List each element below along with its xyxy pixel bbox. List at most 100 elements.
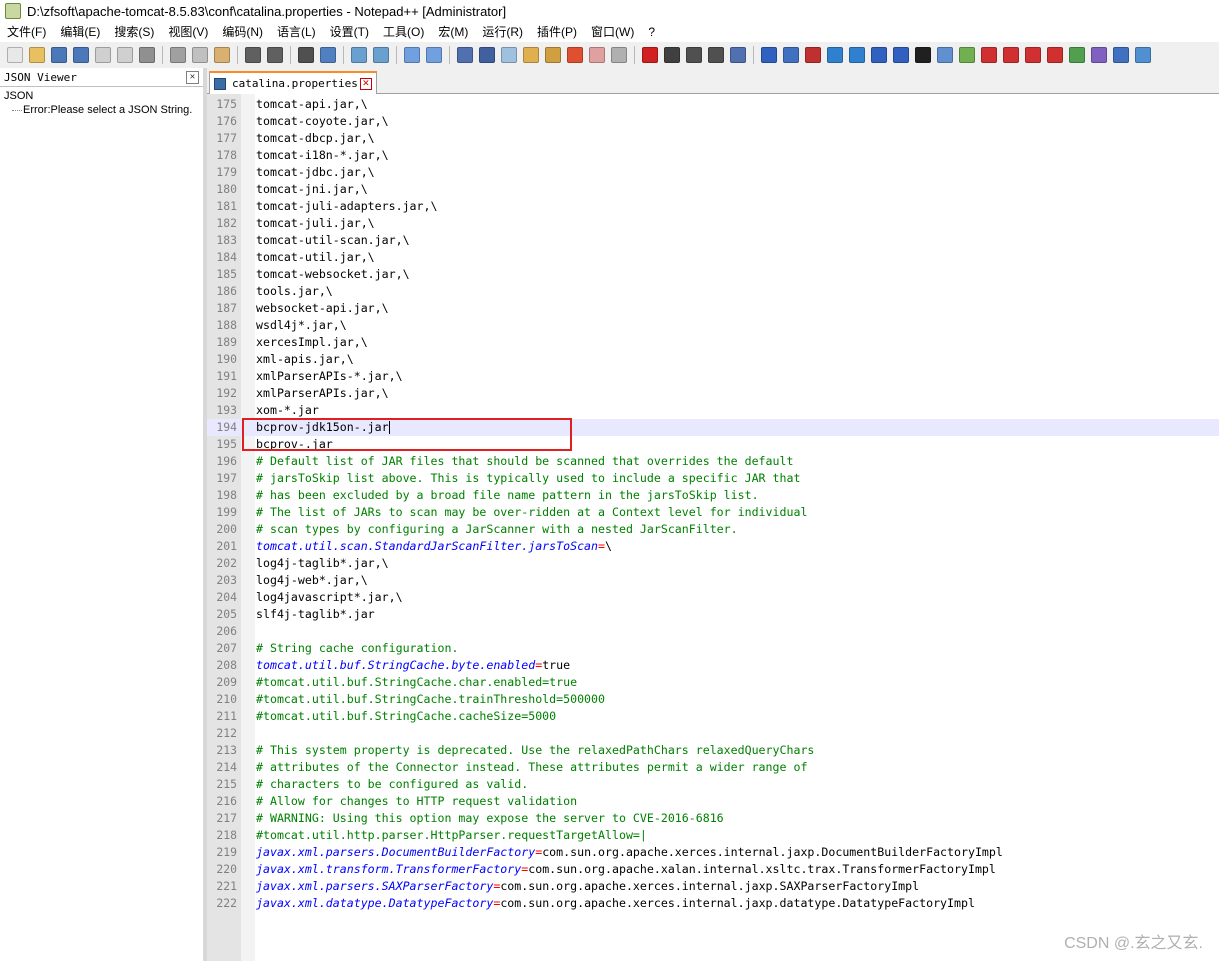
code-line[interactable]: 192 xmlParserAPIs.jar,\ xyxy=(207,385,1219,402)
editor-area[interactable]: 175 tomcat-api.jar,\ 176 tomcat-coyote.jar,… xyxy=(207,94,1219,961)
plugin-d-icon[interactable] xyxy=(827,47,843,63)
code-line[interactable]: 203 log4j-web*.jar,\ xyxy=(207,572,1219,589)
code-line[interactable]: 182 tomcat-juli.jar,\ xyxy=(207,215,1219,232)
code-line[interactable]: 217 # WARNING: Using this option may expo… xyxy=(207,810,1219,827)
plugin-e-icon[interactable] xyxy=(849,47,865,63)
code-line[interactable]: 219 javax.xml.parsers.DocumentBuilderFact… xyxy=(207,844,1219,861)
undo-icon[interactable] xyxy=(245,47,261,63)
print-icon[interactable] xyxy=(139,47,155,63)
plugin-j-icon[interactable] xyxy=(959,47,975,63)
save-macro-icon[interactable] xyxy=(730,47,746,63)
function-list-icon[interactable] xyxy=(567,47,583,63)
close-icon[interactable] xyxy=(95,47,111,63)
code-line[interactable]: 196 # Default list of JAR files that shou… xyxy=(207,453,1219,470)
menu-item-1[interactable]: 编辑(E) xyxy=(53,22,107,42)
code-line[interactable]: 215 # characters to be configured as vali… xyxy=(207,776,1219,793)
monitor-icon[interactable] xyxy=(611,47,627,63)
plugin-c-icon[interactable] xyxy=(805,47,821,63)
code-line[interactable]: 178 tomcat-i18n-*.jar,\ xyxy=(207,147,1219,164)
code-line[interactable]: 179 tomcat-jdbc.jar,\ xyxy=(207,164,1219,181)
code-line[interactable]: 180 tomcat-jni.jar,\ xyxy=(207,181,1219,198)
new-file-icon[interactable] xyxy=(7,47,23,63)
plugin-k-icon[interactable] xyxy=(981,47,997,63)
code-line[interactable]: 181 tomcat-juli-adapters.jar,\ xyxy=(207,198,1219,215)
close-icon[interactable]: ✕ xyxy=(186,70,199,84)
tab-catalina-properties[interactable]: catalina.properties ✕ xyxy=(209,71,377,94)
sync-v-icon[interactable] xyxy=(404,47,420,63)
plugin-b-icon[interactable] xyxy=(783,47,799,63)
code-line[interactable]: 220 javax.xml.transform.TransformerFactor… xyxy=(207,861,1219,878)
code-line[interactable]: 222 javax.xml.datatype.DatatypeFactory=co… xyxy=(207,895,1219,912)
code-line[interactable]: 204 log4javascript*.jar,\ xyxy=(207,589,1219,606)
plugin-f-icon[interactable] xyxy=(871,47,887,63)
plugin-p-icon[interactable] xyxy=(1091,47,1107,63)
tree-item-error[interactable]: Error:Please select a JSON String. xyxy=(0,102,203,116)
code-line[interactable]: 201 tomcat.util.scan.StandardJarScanFilte… xyxy=(207,538,1219,555)
paste-icon[interactable] xyxy=(214,47,230,63)
find-icon[interactable] xyxy=(298,47,314,63)
replace-icon[interactable] xyxy=(320,47,336,63)
record-icon[interactable] xyxy=(642,47,658,63)
code-line[interactable]: 208 tomcat.util.buf.StringCache.byte.enab… xyxy=(207,657,1219,674)
code-line[interactable]: 176 tomcat-coyote.jar,\ xyxy=(207,113,1219,130)
code-line[interactable]: 210 #tomcat.util.buf.StringCache.trainThr… xyxy=(207,691,1219,708)
zoom-in-icon[interactable] xyxy=(351,47,367,63)
plugin-h-icon[interactable] xyxy=(915,47,931,63)
zoom-out-icon[interactable] xyxy=(373,47,389,63)
code-line[interactable]: 186 tools.jar,\ xyxy=(207,283,1219,300)
code-line[interactable]: 175 tomcat-api.jar,\ xyxy=(207,96,1219,113)
code-line[interactable]: 205 slf4j-taglib*.jar xyxy=(207,606,1219,623)
code-line[interactable]: 190 xml-apis.jar,\ xyxy=(207,351,1219,368)
close-icon[interactable]: ✕ xyxy=(359,77,372,90)
sync-h-icon[interactable] xyxy=(426,47,442,63)
plugin-i-icon[interactable] xyxy=(937,47,953,63)
show-all-icon[interactable] xyxy=(479,47,495,63)
open-file-icon[interactable] xyxy=(29,47,45,63)
menu-item-7[interactable]: 工具(O) xyxy=(376,22,431,42)
plugin-o-icon[interactable] xyxy=(1069,47,1085,63)
tree-root-json[interactable]: JSON xyxy=(0,87,203,102)
doc-map-icon[interactable] xyxy=(545,47,561,63)
menu-item-11[interactable]: 窗口(W) xyxy=(584,22,641,42)
code-line[interactable]: 193 xom-*.jar xyxy=(207,402,1219,419)
play-icon[interactable] xyxy=(686,47,702,63)
folder-workspace-icon[interactable] xyxy=(589,47,605,63)
copy-icon[interactable] xyxy=(192,47,208,63)
code-line[interactable]: 197 # jarsToSkip list above. This is typi… xyxy=(207,470,1219,487)
code-line[interactable]: 213 # This system property is deprecated.… xyxy=(207,742,1219,759)
code-line[interactable]: 216 # Allow for changes to HTTP request v… xyxy=(207,793,1219,810)
code-line[interactable]: 209 #tomcat.util.buf.StringCache.char.ena… xyxy=(207,674,1219,691)
plugin-r-icon[interactable] xyxy=(1135,47,1151,63)
code-line[interactable]: 185 tomcat-websocket.jar,\ xyxy=(207,266,1219,283)
code-line[interactable]: 198 # has been excluded by a broad file n… xyxy=(207,487,1219,504)
wrap-icon[interactable] xyxy=(457,47,473,63)
plugin-l-icon[interactable] xyxy=(1003,47,1019,63)
menu-item-12[interactable]: ? xyxy=(641,22,662,42)
plugin-q-icon[interactable] xyxy=(1113,47,1129,63)
code-line[interactable]: 188 wsdl4j*.jar,\ xyxy=(207,317,1219,334)
udl-icon[interactable] xyxy=(523,47,539,63)
save-icon[interactable] xyxy=(51,47,67,63)
code-line[interactable]: 187 websocket-api.jar,\ xyxy=(207,300,1219,317)
code-line[interactable]: 211 #tomcat.util.buf.StringCache.cacheSiz… xyxy=(207,708,1219,725)
menu-item-3[interactable]: 视图(V) xyxy=(161,22,215,42)
menu-item-8[interactable]: 宏(M) xyxy=(431,22,475,42)
menu-item-4[interactable]: 编码(N) xyxy=(215,22,270,42)
code-line[interactable]: 199 # The list of JARs to scan may be ove… xyxy=(207,504,1219,521)
menu-item-5[interactable]: 语言(L) xyxy=(270,22,323,42)
code-line[interactable]: 221 javax.xml.parsers.SAXParserFactory=co… xyxy=(207,878,1219,895)
plugin-g-icon[interactable] xyxy=(893,47,909,63)
code-line[interactable]: 177 tomcat-dbcp.jar,\ xyxy=(207,130,1219,147)
menu-item-2[interactable]: 搜索(S) xyxy=(107,22,161,42)
redo-icon[interactable] xyxy=(267,47,283,63)
code-line[interactable]: 191 xmlParserAPIs-*.jar,\ xyxy=(207,368,1219,385)
code-line[interactable]: 218 #tomcat.util.http.parser.HttpParser.r… xyxy=(207,827,1219,844)
close-all-icon[interactable] xyxy=(117,47,133,63)
cut-icon[interactable] xyxy=(170,47,186,63)
code-line[interactable]: 214 # attributes of the Connector instead… xyxy=(207,759,1219,776)
menu-item-0[interactable]: 文件(F) xyxy=(0,22,53,42)
code-line[interactable]: 202 log4j-taglib*.jar,\ xyxy=(207,555,1219,572)
plugin-n-icon[interactable] xyxy=(1047,47,1063,63)
code-line[interactable]: 200 # scan types by configuring a JarScan… xyxy=(207,521,1219,538)
plugin-a-icon[interactable] xyxy=(761,47,777,63)
